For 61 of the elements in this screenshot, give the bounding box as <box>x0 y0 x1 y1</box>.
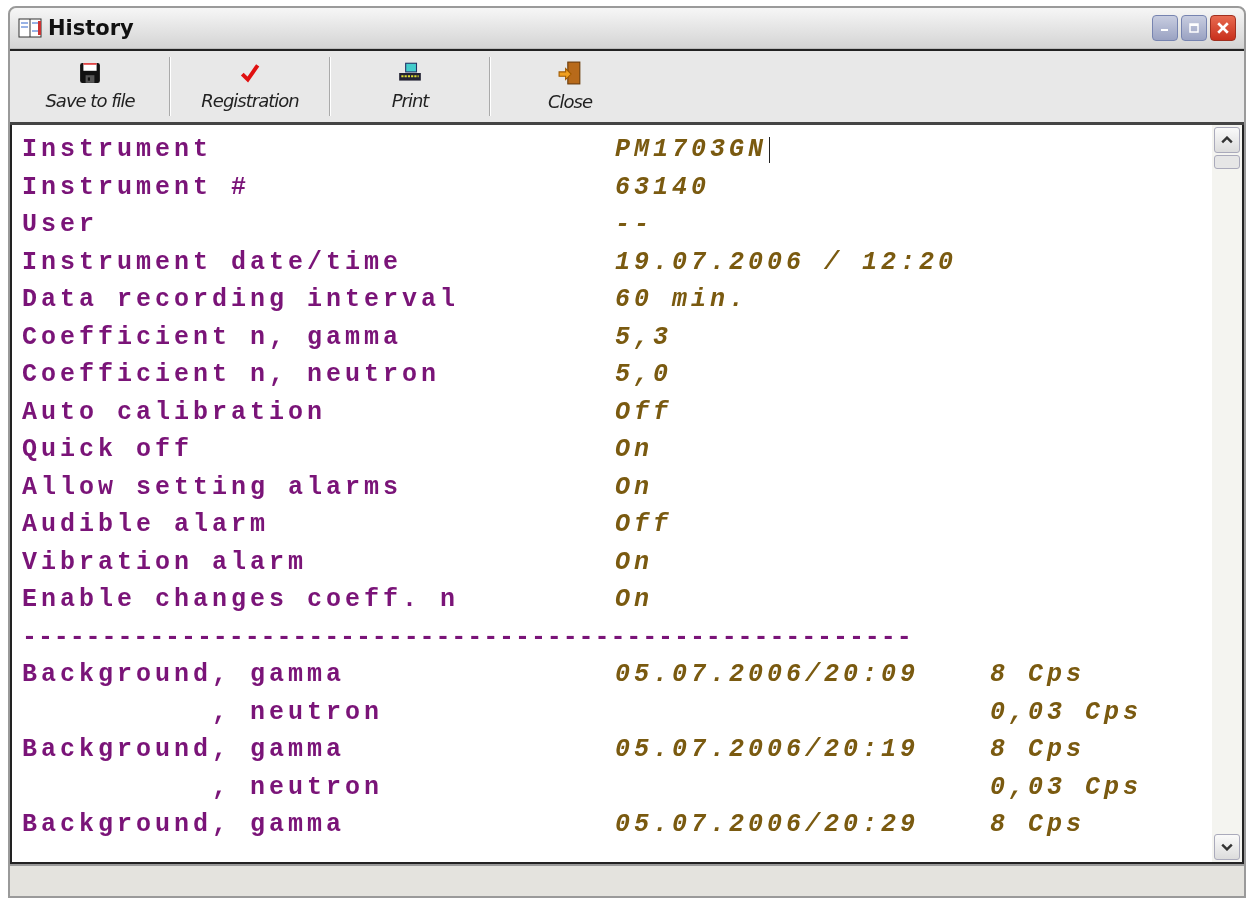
field-label: Allow setting alarms <box>22 472 403 502</box>
field-value: Off <box>615 510 672 540</box>
door-exit-icon <box>558 61 582 85</box>
field-value: On <box>615 435 653 465</box>
reading-value: 8 Cps <box>990 810 1085 840</box>
field-value: 05.07.2006/20:19 <box>615 735 920 765</box>
field-value: Off <box>615 397 672 427</box>
field-label: Instrument # <box>22 172 251 202</box>
minimize-button[interactable] <box>1152 15 1178 41</box>
text-cursor <box>769 136 771 163</box>
chevron-down-icon <box>1221 843 1233 851</box>
field-label: Coefficient n, neutron <box>22 360 441 390</box>
field-label: Auto calibration <box>22 397 327 427</box>
scrollbar[interactable] <box>1212 125 1242 862</box>
field-label: Coefficient n, gamma <box>22 322 403 352</box>
field-value: 5,0 <box>615 360 672 390</box>
book-icon <box>18 17 42 39</box>
reading-value: 0,03 Cps <box>990 697 1143 727</box>
scroll-down-button[interactable] <box>1214 834 1240 860</box>
field-value: 05.07.2006/20:29 <box>615 810 920 840</box>
printer-icon <box>397 62 423 84</box>
field-label: Instrument date/time <box>22 247 403 277</box>
field-value: On <box>615 472 653 502</box>
field-label: Enable changes coeff. n <box>22 585 460 615</box>
field-label: Background, gamma <box>22 660 346 690</box>
toolbar-button[interactable]: Save to file <box>14 55 166 118</box>
maximize-button[interactable] <box>1181 15 1207 41</box>
field-value: 05.07.2006/20:09 <box>615 660 920 690</box>
field-label: Background, gamma <box>22 810 346 840</box>
close-button[interactable] <box>1210 15 1236 41</box>
chevron-up-icon <box>1221 136 1233 144</box>
reading-value: 0,03 Cps <box>990 772 1143 802</box>
field-label: , neutron <box>211 697 384 727</box>
field-value: On <box>615 547 653 577</box>
field-label: Vibration alarm <box>22 547 308 577</box>
window-title: History <box>48 16 135 40</box>
scroll-thumb[interactable] <box>1214 155 1240 169</box>
maximize-icon <box>1189 23 1199 33</box>
close-icon <box>1217 22 1229 34</box>
field-value: 5,3 <box>615 322 672 352</box>
field-value: PM1703GN <box>615 135 768 165</box>
field-value: -- <box>615 210 653 240</box>
field-label: User <box>22 210 98 240</box>
dashed-separator: -------------------------------------------------------- <box>22 622 913 652</box>
field-label: Quick off <box>22 435 194 465</box>
reading-value: 8 Cps <box>990 660 1085 690</box>
checkmark-icon <box>239 62 261 84</box>
field-label: Background, gamma <box>22 735 346 765</box>
toolbar-button[interactable]: Close <box>494 55 646 118</box>
field-value: On <box>615 585 653 615</box>
field-label: Data recording interval <box>22 285 460 315</box>
field-value: 63140 <box>615 172 710 202</box>
field-label: Instrument <box>22 135 213 165</box>
toolbar-button[interactable]: Print <box>334 55 486 118</box>
field-label: Audible alarm <box>22 510 270 540</box>
toolbar-button[interactable]: Registration <box>174 55 326 118</box>
field-label: , neutron <box>211 772 384 802</box>
field-value: 60 min. <box>615 285 749 315</box>
scroll-up-button[interactable] <box>1214 127 1240 153</box>
reading-value: 8 Cps <box>990 735 1085 765</box>
field-value: 19.07.2006 / 12:20 <box>615 247 958 277</box>
